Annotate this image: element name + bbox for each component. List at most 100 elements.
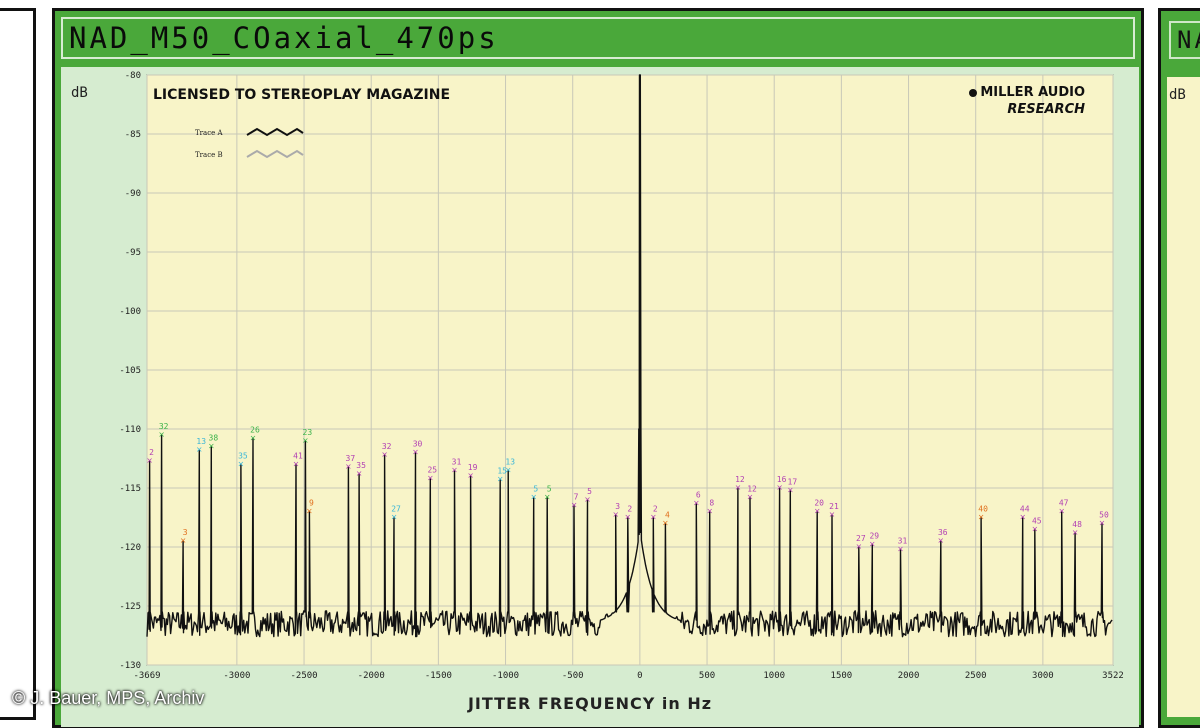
peak-marker: × [381,450,388,459]
peak-marker: × [1072,528,1079,537]
x-tick-label: -2000 [358,671,385,681]
peak-label: 35 [356,461,366,470]
x-tick-label: 2500 [965,671,987,681]
peak-marker: × [497,475,504,484]
brand-name: MILLER AUDIO [980,85,1085,100]
y-tick-label: -110 [119,425,141,435]
peak-label: 38 [209,434,219,443]
peak-label: 6 [696,490,701,499]
peak-label: 23 [303,428,313,437]
peak-label: 48 [1072,520,1082,529]
x-tick-label: 3522 [1102,671,1124,681]
peak-marker: × [897,544,904,553]
peak-label: 41 [293,451,303,460]
x-tick-label: -2500 [290,671,317,681]
peak-label: 30 [413,440,423,449]
peak-marker: × [356,469,363,478]
copyright-dot-icon [969,89,977,97]
peak-label: 31 [452,457,462,466]
peak-label: 16 [777,475,787,484]
peak-marker: × [584,495,591,504]
peak-marker: × [787,485,794,494]
peak-marker: × [624,513,631,522]
peak-label: 5 [533,484,538,493]
legend-label-a: Trace A [195,129,223,137]
y-tick-label: -125 [119,602,141,612]
peak-marker: × [978,513,985,522]
peak-label: 50 [1099,510,1109,519]
peak-label: 17 [788,477,798,486]
peak-marker: × [829,510,836,519]
y-tick-label: -95 [125,248,141,258]
x-tick-label: -3669 [133,671,160,681]
peak-label: 2 [149,448,154,457]
y-tick-label: -90 [125,189,141,199]
peak-marker: × [208,442,215,451]
peak-marker: × [571,501,578,510]
peak-label: 2 [653,505,658,514]
y-tick-label: -115 [119,484,141,494]
peak-label: 27 [856,534,866,543]
right-panel-plot [1167,77,1200,717]
peak-label: 13 [196,437,206,446]
peak-marker: × [1099,518,1106,527]
peak-label: 5 [547,484,552,493]
peak-label: 37 [346,454,356,463]
chart-window: NAD_M50_COaxial_470ps -80 -85 -90 -95 -100 -1… [52,8,1144,728]
peak-label: 27 [391,505,401,514]
peak-marker: × [650,513,657,522]
peak-marker: × [1019,513,1026,522]
peak-marker: × [158,430,165,439]
x-tick-label: 3000 [1032,671,1054,681]
x-tick-label: -3000 [223,671,250,681]
left-panel-edge [0,8,36,720]
peak-marker: × [937,536,944,545]
peak-label: 25 [427,466,437,475]
peak-label: 7 [574,493,579,502]
title-bar: NAD_M50_COaxial_470ps [61,17,1135,59]
chart-title: NAD_M50_COaxial_470ps [69,21,499,55]
peak-label: 40 [978,505,988,514]
peak-label: 19 [468,463,478,472]
peak-marker: × [302,436,309,445]
license-annotation: LICENSED TO STEREOPLAY MAGAZINE [153,87,450,103]
y-tick-label: -100 [119,307,141,317]
peak-label: 47 [1059,499,1069,508]
peak-label: 44 [1020,505,1030,514]
peak-marker: × [869,540,876,549]
peak-marker: × [1031,524,1038,533]
peak-marker: × [391,513,398,522]
peak-marker: × [706,507,713,516]
x-tick-label: -500 [562,671,584,681]
brand-subtitle: RESEARCH [1007,102,1085,117]
peak-marker: × [412,448,419,457]
peak-label: 3 [183,528,188,537]
peak-marker: × [196,445,203,454]
peak-marker: × [735,483,742,492]
right-panel-edge: NA dB [1158,8,1200,728]
peak-label: 5 [587,487,592,496]
peak-label: 36 [938,528,948,537]
peak-label: 8 [709,499,714,508]
peak-label: 32 [382,442,392,451]
peak-marker: × [306,507,313,516]
peak-marker: × [693,498,700,507]
x-tick-label: 1500 [831,671,853,681]
peak-marker: × [747,492,754,501]
peak-marker: × [530,492,537,501]
peak-marker: × [250,433,257,442]
y-tick-label: -80 [125,71,141,81]
peak-label: 31 [898,536,908,545]
peak-label: 2 [627,505,632,514]
peak-label: 12 [747,484,757,493]
peak-label: 4 [665,510,670,519]
peak-marker: × [467,471,474,480]
peak-label: 21 [829,502,839,511]
y-tick-label: -120 [119,543,141,553]
plot-frame: -80 -85 -90 -95 -100 -105 -110 -115 -120 -125 -130… [61,67,1139,727]
x-tick-label: 2000 [898,671,920,681]
peak-marker: × [180,536,187,545]
y-tick-label: -105 [119,366,141,376]
peak-label: 9 [309,499,314,508]
peak-marker: × [427,474,434,483]
